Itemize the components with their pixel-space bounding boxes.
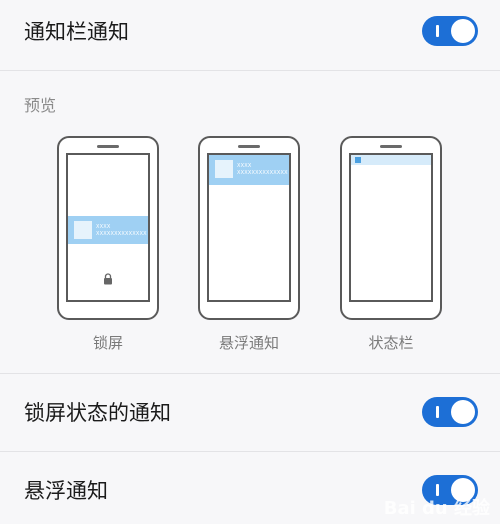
phone-screen xyxy=(349,153,433,302)
lock-screen-notification-label: 锁屏状态的通知 xyxy=(24,401,171,425)
phone-speaker xyxy=(238,145,260,148)
lock-screen-caption: 锁屏 xyxy=(92,334,123,352)
floating-notification-caption: 悬浮通知 xyxy=(218,334,279,352)
status-bar-notification-row[interactable]: 通知栏通知 xyxy=(0,8,500,54)
status-bar-strip xyxy=(351,155,431,165)
notification-body: XXXXXXXXXXXXXX xyxy=(237,170,288,176)
phone-screen: XXXX XXXXXXXXXXXXXX xyxy=(66,153,150,302)
notification-title: XXXX xyxy=(237,163,252,169)
lock-screen-notification-toggle[interactable] xyxy=(422,397,478,427)
lock-screen-notification: XXXX XXXXXXXXXXXXXX xyxy=(68,216,148,244)
floating-notification-preview[interactable]: XXXX XXXXXXXXXXXXXX xyxy=(198,136,300,320)
phone-screen: XXXX XXXXXXXXXXXXXX xyxy=(207,153,291,302)
notification-status-icon xyxy=(355,157,361,163)
floating-notification-label: 悬浮通知 xyxy=(24,479,108,503)
status-bar-caption: 状态栏 xyxy=(368,334,414,352)
lock-screen-preview[interactable]: XXXX XXXXXXXXXXXXXX xyxy=(57,136,159,320)
phone-speaker xyxy=(97,145,119,148)
status-bar-notification-toggle[interactable] xyxy=(422,16,478,46)
notification-thumbnail xyxy=(74,221,92,239)
status-bar-preview[interactable] xyxy=(340,136,442,320)
lock-screen-notification-row[interactable]: 锁屏状态的通知 xyxy=(0,388,500,436)
divider xyxy=(0,70,500,71)
divider xyxy=(0,451,500,452)
notification-thumbnail xyxy=(215,160,233,178)
toggle-on-indicator xyxy=(436,25,439,37)
preview-label: 预览 xyxy=(24,96,57,115)
lock-icon xyxy=(104,273,112,285)
notification-body: XXXXXXXXXXXXXX xyxy=(96,231,147,237)
notification-title: XXXX xyxy=(96,224,111,230)
watermark: Bai du 经验 xyxy=(383,498,490,519)
divider xyxy=(0,373,500,374)
toggle-knob xyxy=(451,400,475,424)
toggle-knob xyxy=(451,19,475,43)
toggle-on-indicator xyxy=(436,406,439,418)
floating-notification-banner: XXXX XXXXXXXXXXXXXX xyxy=(209,155,289,185)
status-bar-notification-label: 通知栏通知 xyxy=(24,20,129,44)
phone-speaker xyxy=(380,145,402,148)
